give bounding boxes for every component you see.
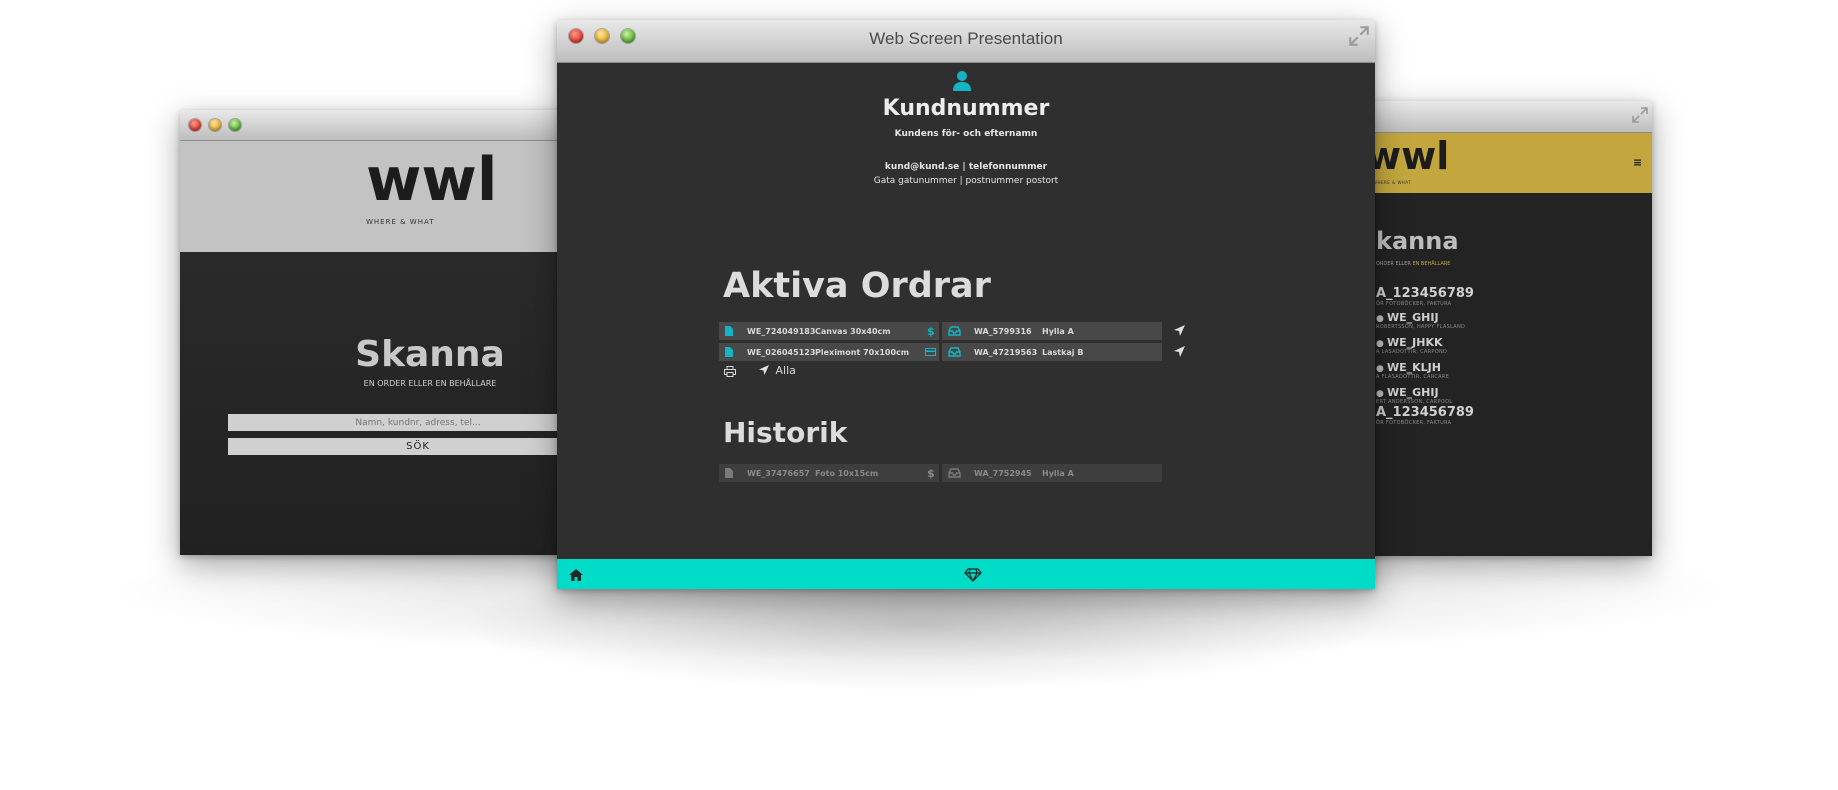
customer-heading: Kundnummer bbox=[882, 96, 1050, 121]
list-item[interactable]: ● WE_GHIJ ROBERTSSON, HAPPY FLASLAND bbox=[1376, 311, 1465, 330]
scan-subtitle: ORDER ELLER EN BEHÅLLARE bbox=[1376, 261, 1450, 267]
container-location: Hylla A bbox=[1042, 469, 1074, 478]
status-dot: ● bbox=[1376, 389, 1387, 399]
card-icon bbox=[925, 348, 936, 356]
list-item[interactable]: ● WE_KLJH A FLASADOTTIR, CARCARE bbox=[1376, 361, 1449, 380]
list-item-label-text: WE_KLJH bbox=[1387, 361, 1441, 374]
order-product: Pleximont 70x100cm bbox=[815, 348, 910, 357]
main-app-window: Web Screen Presentation Kundnummer Kunde… bbox=[557, 20, 1375, 589]
order-product: Canvas 30x40cm bbox=[815, 327, 891, 336]
order-id: WE_37476657 bbox=[747, 469, 810, 478]
history-heading: Historik bbox=[723, 416, 848, 449]
container-row[interactable]: WA_47219563 Lastkaj B bbox=[942, 343, 1162, 361]
send-icon bbox=[759, 365, 769, 375]
user-icon bbox=[953, 71, 971, 91]
bottom-nav-bar bbox=[557, 559, 1375, 589]
app-tagline: WHERE & WHAT bbox=[366, 218, 435, 226]
app-header: wwl WHERE & WHAT bbox=[180, 141, 600, 253]
list-item-label: A_123456789 bbox=[1376, 405, 1474, 420]
dollar-icon: $ bbox=[927, 467, 935, 480]
document-icon bbox=[725, 468, 733, 478]
home-icon[interactable] bbox=[569, 569, 583, 581]
order-id: WE_724049183 bbox=[747, 327, 816, 336]
customer-contact: kund@kund.se | telefonnummer bbox=[884, 162, 1048, 172]
container-id: WA_7752945 bbox=[974, 469, 1032, 478]
scan-subtitle-part: ORDER ELLER bbox=[1376, 261, 1413, 267]
status-dot: ● bbox=[1376, 364, 1387, 374]
search-input[interactable] bbox=[228, 414, 600, 431]
list-item[interactable]: A_123456789 ÖR FOTOBÖCKER, FAKTURA bbox=[1376, 405, 1474, 426]
left-app-window: wwl WHERE & WHAT Skanna EN ORDER ELLER E… bbox=[180, 110, 600, 555]
send-all-button[interactable]: Alla bbox=[759, 364, 796, 377]
print-icon[interactable] bbox=[724, 366, 736, 377]
menu-icon[interactable]: ≡ bbox=[1633, 156, 1642, 169]
app-logo: wwl bbox=[366, 145, 498, 215]
window-titlebar: Web Screen Presentation bbox=[557, 20, 1375, 63]
send-all-label: Alla bbox=[775, 364, 796, 377]
scan-subtitle-highlight: EN BEHÅLLARE bbox=[1412, 261, 1451, 267]
zoom-button[interactable] bbox=[229, 119, 241, 131]
container-id: WA_47219563 bbox=[974, 348, 1038, 357]
scan-panel: Skanna EN ORDER ELLER EN BEHÅLLARE SÖK bbox=[180, 252, 600, 555]
inbox-icon bbox=[948, 347, 961, 357]
order-id: WE_026045123 bbox=[747, 348, 816, 357]
inbox-icon bbox=[948, 468, 961, 478]
order-row[interactable]: WE_724049183 Canvas 30x40cm $ bbox=[719, 322, 939, 340]
list-item-label-text: WE_GHIJ bbox=[1387, 311, 1439, 324]
list-item-sub: ÖR FOTOBÖCKER, FAKTURA bbox=[1376, 301, 1452, 307]
scan-title: Skanna bbox=[355, 334, 505, 375]
window-title: Web Screen Presentation bbox=[869, 29, 1063, 48]
list-item-label: ● WE_JHKK bbox=[1376, 336, 1447, 349]
customer-name: Kundens för- och efternamn bbox=[894, 129, 1038, 139]
status-dot: ● bbox=[1376, 314, 1387, 324]
list-item-label-text: WE_GHIJ bbox=[1387, 386, 1439, 399]
status-dot: ● bbox=[1376, 339, 1387, 349]
inbox-icon bbox=[948, 326, 961, 336]
app-logo: wwl bbox=[1366, 134, 1450, 178]
send-icon[interactable] bbox=[1174, 346, 1185, 357]
active-orders-heading: Aktiva Ordrar bbox=[723, 266, 991, 306]
search-button[interactable]: SÖK bbox=[228, 438, 600, 455]
customer-address: Gata gatunummer | postnummer postort bbox=[873, 176, 1059, 186]
list-item-sub: ÖR FOTOBÖCKER, FAKTURA bbox=[1376, 420, 1452, 426]
order-product: Foto 10x15cm bbox=[815, 469, 879, 478]
list-item-label: ● WE_GHIJ bbox=[1376, 311, 1465, 324]
diamond-icon[interactable] bbox=[964, 568, 982, 582]
list-item-label: A_123456789 bbox=[1376, 286, 1474, 301]
container-row[interactable]: WA_5799316 Hylla A bbox=[942, 322, 1162, 340]
history-container-row[interactable]: WA_7752945 Hylla A bbox=[942, 464, 1162, 482]
list-item[interactable]: ● WE_JHKK A LASADOTTIR, CARPOND bbox=[1376, 336, 1447, 355]
container-location: Lastkaj B bbox=[1042, 348, 1084, 357]
list-item-label-text: WE_JHKK bbox=[1387, 336, 1443, 349]
order-row[interactable]: WE_026045123 Pleximont 70x100cm bbox=[719, 343, 939, 361]
list-item-sub: A LASADOTTIR, CARPOND bbox=[1376, 349, 1448, 355]
window-titlebar bbox=[180, 110, 600, 141]
list-item-sub: ROBERTSSON, HAPPY FLASLAND bbox=[1376, 324, 1466, 330]
list-item-sub: A FLASADOTTIR, CARCARE bbox=[1376, 374, 1450, 380]
container-id: WA_5799316 bbox=[974, 327, 1032, 336]
scan-subtitle: EN ORDER ELLER EN BEHÅLLARE bbox=[363, 379, 497, 388]
list-item[interactable]: A_123456789 ÖR FOTOBÖCKER, FAKTURA bbox=[1376, 286, 1474, 307]
minimize-button[interactable] bbox=[209, 119, 221, 131]
list-item-label: ● WE_KLJH bbox=[1376, 361, 1449, 374]
dollar-icon: $ bbox=[927, 325, 935, 338]
list-item[interactable]: ● WE_GHIJ ERT ANDERSSON, CARPOOL bbox=[1376, 386, 1452, 405]
document-icon bbox=[725, 347, 733, 357]
container-location: Hylla A bbox=[1042, 327, 1074, 336]
scan-title: kanna bbox=[1376, 227, 1459, 255]
expand-icon[interactable] bbox=[1632, 107, 1648, 123]
send-icon[interactable] bbox=[1174, 325, 1185, 336]
expand-icon[interactable] bbox=[1349, 26, 1369, 46]
history-order-row[interactable]: WE_37476657 Foto 10x15cm $ bbox=[719, 464, 939, 482]
close-button[interactable] bbox=[189, 119, 201, 131]
app-tagline: WHERE & WHAT bbox=[1373, 180, 1412, 185]
list-item-label: ● WE_GHIJ bbox=[1376, 386, 1452, 399]
document-icon bbox=[725, 326, 733, 336]
